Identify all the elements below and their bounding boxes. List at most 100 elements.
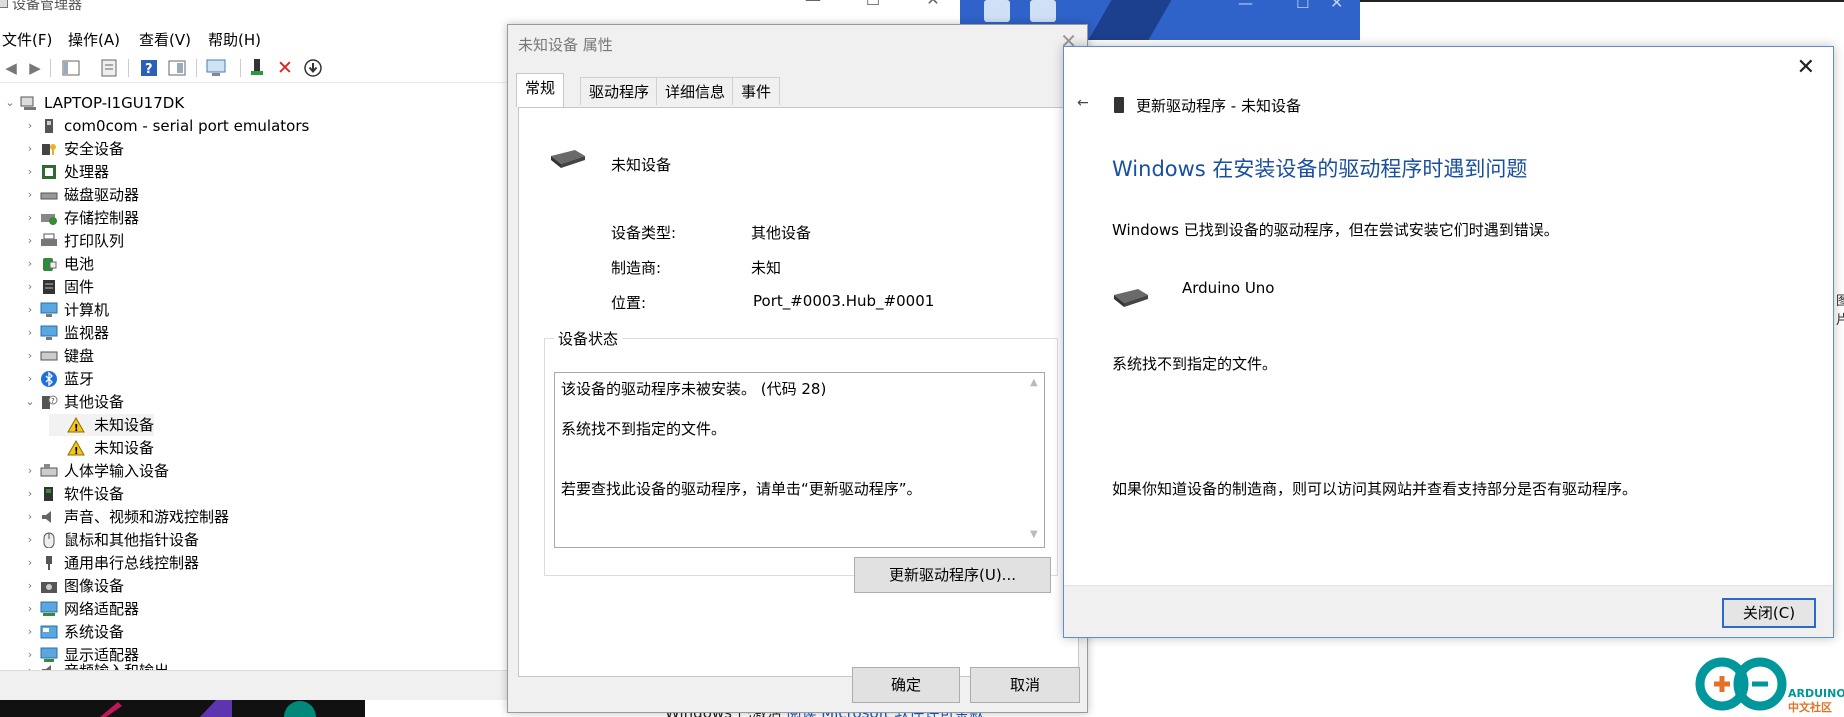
update-driver-button[interactable]: 更新驱动程序(U)...	[854, 557, 1051, 593]
uninstall-icon[interactable]: ✕	[274, 57, 296, 79]
tree-item-battery[interactable]: › 电池	[24, 253, 504, 275]
close-button[interactable]: ✕	[918, 0, 948, 10]
background-side-text: 图片	[1836, 294, 1844, 328]
tab-events[interactable]: 事件	[732, 77, 781, 105]
firmware-icon	[40, 279, 58, 295]
tree-item-label: 固件	[64, 278, 95, 296]
tree-item-label: com0com - serial port emulators	[64, 117, 310, 135]
chevron-right-icon[interactable]: ›	[24, 529, 36, 551]
menu-action[interactable]: 操作(A)	[68, 29, 120, 50]
tree-item-keyboard[interactable]: › 键盘	[24, 345, 504, 367]
disable-device-icon[interactable]	[302, 57, 324, 79]
tree-item-bluetooth[interactable]: › 蓝牙	[24, 368, 504, 390]
device-name: 未知设备	[611, 156, 672, 174]
chevron-right-icon[interactable]: ›	[24, 184, 36, 206]
logo-text-bottom: 中文社区	[1788, 700, 1832, 714]
tree-item-imaging[interactable]: › 图像设备	[24, 575, 504, 597]
maximize-button[interactable]: ☐	[858, 0, 888, 10]
ok-button[interactable]: 确定	[852, 667, 960, 703]
tree-item-usb[interactable]: › 通用串行总线控制器	[24, 552, 504, 574]
chevron-right-icon[interactable]: ›	[24, 506, 36, 528]
tab-details[interactable]: 详细信息	[656, 77, 735, 105]
bg-minimize-button[interactable]: —	[1238, 0, 1253, 12]
tree-item-computer[interactable]: › 计算机	[24, 299, 504, 321]
menu-view[interactable]: 查看(V)	[139, 29, 191, 50]
chevron-right-icon[interactable]: ›	[24, 138, 36, 160]
tree-item-com0com[interactable]: › com0com - serial port emulators	[24, 115, 504, 137]
disk-drive-icon	[40, 187, 58, 203]
action-pane-icon[interactable]	[166, 57, 188, 79]
chevron-down-icon[interactable]: ⌄	[4, 92, 16, 114]
tree-item-processor[interactable]: › 处理器	[24, 161, 504, 183]
dialog-footer: 关闭(C)	[1064, 585, 1833, 637]
scan-hardware-icon[interactable]	[206, 57, 228, 79]
computer-icon	[20, 95, 38, 111]
tree-item-unknown-device-2[interactable]: ! 未知设备	[49, 437, 154, 459]
tree-root[interactable]: ⌄ LAPTOP-I1GU17DK	[4, 92, 504, 114]
chevron-down-icon[interactable]: ⌄	[24, 391, 36, 413]
chevron-right-icon[interactable]: ›	[24, 345, 36, 367]
tab-general[interactable]: 常规	[516, 73, 565, 107]
chevron-right-icon[interactable]: ›	[24, 230, 36, 252]
chevron-right-icon[interactable]: ›	[24, 575, 36, 597]
chevron-right-icon[interactable]: ›	[24, 598, 36, 620]
tree-item-firmware[interactable]: › 固件	[24, 276, 504, 298]
software-device-icon	[40, 486, 58, 502]
menu-help[interactable]: 帮助(H)	[208, 29, 261, 50]
close-button[interactable]: 关闭(C)	[1722, 598, 1816, 628]
chevron-right-icon[interactable]: ›	[24, 161, 36, 183]
tree-item-storage[interactable]: › 存储控制器	[24, 207, 504, 229]
svg-text:!: !	[74, 423, 79, 433]
tab-driver[interactable]: 驱动程序	[580, 77, 659, 105]
tree-item-security[interactable]: › 安全设备	[24, 138, 504, 160]
bg-maximize-button[interactable]: ☐	[1296, 0, 1309, 12]
close-icon[interactable]: ✕	[1797, 55, 1815, 80]
scroll-down-icon[interactable]: ▼	[1030, 529, 1038, 540]
help-icon[interactable]: ?	[138, 57, 160, 79]
chevron-right-icon[interactable]: ›	[24, 299, 36, 321]
chevron-right-icon[interactable]: ›	[24, 207, 36, 229]
chevron-right-icon[interactable]: ›	[24, 552, 36, 574]
chevron-right-icon[interactable]: ›	[24, 483, 36, 505]
tree-item-mouse[interactable]: › 鼠标和其他指针设备	[24, 529, 504, 551]
tree-item-disk[interactable]: › 磁盘驱动器	[24, 184, 504, 206]
tree-item-hid[interactable]: › 人体学输入设备	[24, 460, 504, 482]
properties-icon[interactable]	[98, 57, 120, 79]
tree-item-monitor[interactable]: › 监视器	[24, 322, 504, 344]
chevron-right-icon[interactable]: ›	[24, 460, 36, 482]
bg-close-button[interactable]: ✕	[1330, 0, 1343, 12]
unknown-device-icon: ?	[40, 394, 58, 410]
chevron-right-icon[interactable]: ›	[24, 276, 36, 298]
show-hide-tree-icon[interactable]	[60, 57, 82, 79]
chevron-right-icon[interactable]: ›	[24, 368, 36, 390]
toolbar-separator	[240, 59, 241, 77]
update-driver-icon[interactable]	[246, 57, 268, 79]
forward-arrow-icon[interactable]: ▶	[24, 57, 46, 79]
tree-item-print-queue[interactable]: › 打印队列	[24, 230, 504, 252]
tree-item-sound[interactable]: › 声音、视频和游戏控制器	[24, 506, 504, 528]
chevron-right-icon[interactable]: ›	[24, 322, 36, 344]
status-text-line: 系统找不到指定的文件。	[561, 420, 727, 438]
tree-item-label: 声音、视频和游戏控制器	[64, 508, 230, 526]
tree-item-label: 系统设备	[64, 623, 125, 641]
back-arrow-icon[interactable]: ◀	[0, 57, 22, 79]
back-arrow-icon[interactable]: ←	[1077, 95, 1089, 111]
menu-file[interactable]: 文件(F)	[2, 29, 52, 50]
chevron-right-icon[interactable]: ›	[24, 253, 36, 275]
scroll-up-icon[interactable]: ▲	[1030, 377, 1038, 388]
toolbar-separator	[128, 59, 129, 77]
window-title: 设备管理器	[12, 0, 82, 13]
chevron-right-icon[interactable]: ›	[24, 621, 36, 643]
minimize-button[interactable]: —	[798, 0, 828, 10]
tree-item-unknown-device-1[interactable]: ! 未知设备	[49, 414, 154, 436]
tree-item-software[interactable]: › 软件设备	[24, 483, 504, 505]
manufacturer-value: 未知	[751, 259, 782, 277]
tree-item-other-devices[interactable]: ⌄ ? 其他设备	[24, 391, 504, 413]
chevron-right-icon[interactable]: ›	[24, 115, 36, 137]
tree-item-system[interactable]: › 系统设备	[24, 621, 504, 643]
tree-item-network[interactable]: › 网络适配器	[24, 598, 504, 620]
scrollbar[interactable]: ▲ ▼	[1026, 373, 1044, 547]
cancel-button[interactable]: 取消	[970, 667, 1080, 703]
tree-item-label: 处理器	[64, 163, 110, 181]
status-textbox[interactable]: 该设备的驱动程序未被安装。 (代码 28) 系统找不到指定的文件。 若要查找此设…	[554, 372, 1045, 548]
